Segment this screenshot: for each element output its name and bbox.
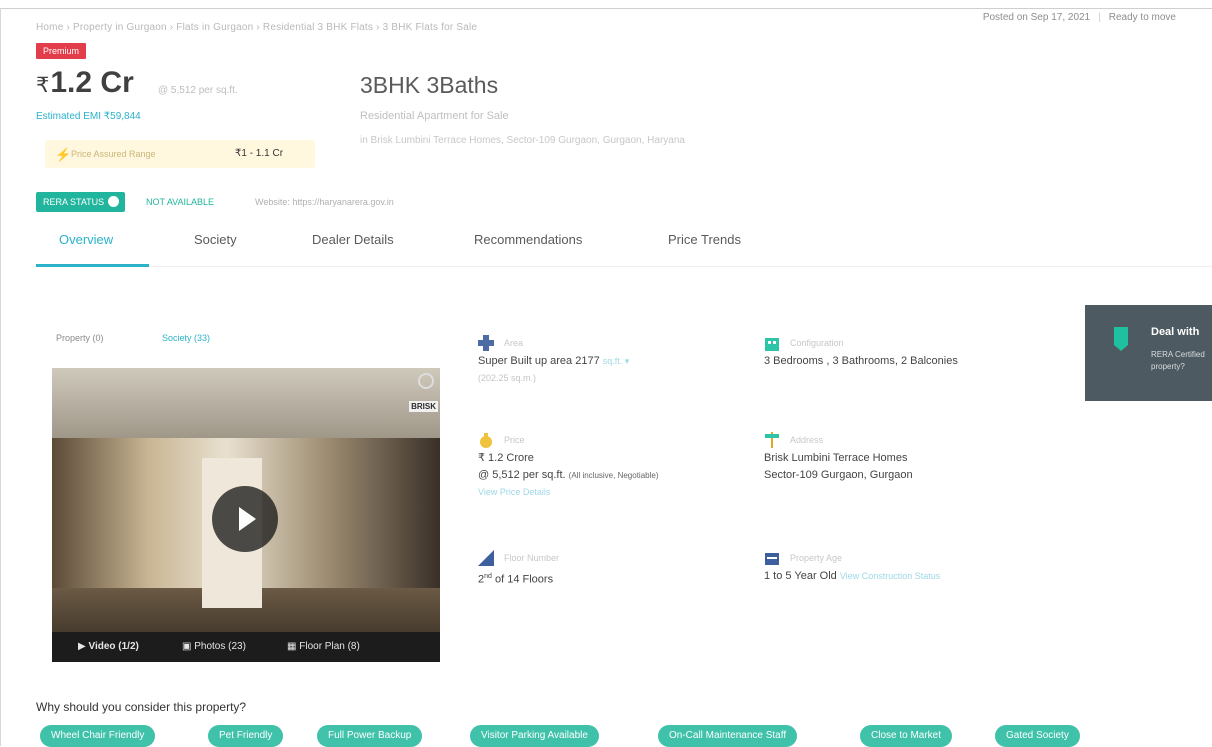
possession-status: Ready to move <box>1108 12 1176 23</box>
tab-recommendations[interactable]: Recommendations <box>474 232 582 247</box>
price-crore: ₹ 1.2 Crore <box>478 452 534 464</box>
media-tab-property[interactable]: Property (0) <box>56 333 104 343</box>
tab-price-trends[interactable]: Price Trends <box>668 232 741 247</box>
property-address: in Brisk Lumbini Terrace Homes, Sector-1… <box>360 135 685 146</box>
deal-card-text: RERA Certified property? <box>1151 350 1205 371</box>
media-gallery[interactable]: BRISK ▶ Video (1/2) ▣ Photos (23) ▦ Floo… <box>52 368 440 662</box>
rera-deal-card[interactable]: Deal with RERA Certified property? <box>1085 305 1212 401</box>
toggle-knob-icon <box>108 196 120 207</box>
why-consider-heading: Why should you consider this property? <box>36 700 247 714</box>
view-construction-status-link[interactable]: View Construction Status <box>840 571 940 581</box>
price-headline: ₹1.2 Cr <box>36 66 134 100</box>
bookmark-icon <box>1114 327 1128 351</box>
area-icon <box>478 335 494 351</box>
media-tab-society[interactable]: Society (33) <box>162 333 210 343</box>
chip-gated-society[interactable]: Gated Society <box>995 725 1080 747</box>
tab-dealer-details[interactable]: Dealer Details <box>312 232 394 247</box>
photos-button[interactable]: ▣ Photos (23) <box>182 641 246 652</box>
property-title: 3BHK 3Baths <box>360 72 499 98</box>
price-note: (All inclusive, Negotiable) <box>568 471 659 480</box>
tabs-divider <box>36 266 1212 267</box>
property-subtitle: Residential Apartment for Sale <box>360 110 509 122</box>
address-line-1: Brisk Lumbini Terrace Homes <box>764 452 908 464</box>
tab-society[interactable]: Society <box>194 232 237 247</box>
chip-visitor-parking[interactable]: Visitor Parking Available <box>470 725 599 747</box>
spec-area: Area Super Built up area 2177 sq.ft. ▾ (… <box>478 335 629 387</box>
chip-full-power-backup[interactable]: Full Power Backup <box>317 725 423 747</box>
price-amount: 1.2 Cr <box>50 66 134 99</box>
chip-close-to-market[interactable]: Close to Market <box>860 725 953 747</box>
lightning-icon: ⚡ <box>55 147 72 162</box>
rera-status-toggle[interactable]: RERA STATUS <box>36 192 126 212</box>
deal-card-title: Deal with <box>1151 326 1200 338</box>
calendar-icon <box>765 553 779 565</box>
tab-overview[interactable]: Overview <box>59 232 113 247</box>
rera-website[interactable]: Website: https://haryanarera.gov.in <box>255 197 394 207</box>
chip-on-call-maintenance[interactable]: On-Call Maintenance Staff <box>658 725 798 747</box>
chip-pet-friendly[interactable]: Pet Friendly <box>208 725 284 747</box>
builder-watermark: BRISK <box>409 401 438 412</box>
gallery-media-bar: ▶ Video (1/2) ▣ Photos (23) ▦ Floor Plan… <box>52 632 440 662</box>
price-assured-label: Price Assured Range <box>71 149 156 159</box>
zoom-icon[interactable] <box>418 373 434 389</box>
price-assured-value: ₹1 - 1.1 Cr <box>235 148 284 159</box>
posted-info: Posted on Sep 17, 2021 | Ready to move <box>982 12 1176 23</box>
rera-badge-label: RERA STATUS <box>43 197 105 207</box>
spec-configuration: Configuration 3 Bedrooms , 3 Bathrooms, … <box>764 335 958 370</box>
spec-price: Price ₹ 1.2 Crore @ 5,512 per sq.ft. (Al… <box>478 432 659 501</box>
breadcrumb[interactable]: Home › Property in Gurgaon › Flats in Gu… <box>36 22 477 33</box>
section-tabs: Overview Society Dealer Details Recommen… <box>36 232 1212 268</box>
spec-address: Address Brisk Lumbini Terrace Homes Sect… <box>764 432 913 484</box>
signpost-icon <box>765 432 779 448</box>
area-sqm: (202.25 sq.m.) <box>478 373 537 383</box>
chip-wheel-chair-friendly[interactable]: Wheel Chair Friendly <box>40 725 156 747</box>
price-per-sqft-spec: @ 5,512 per sq.ft. <box>478 469 566 481</box>
media-tabs: Property (0) Society (33) <box>56 333 210 343</box>
money-bag-icon <box>480 433 492 448</box>
spec-property-age: Property Age 1 to 5 Year Old View Constr… <box>764 550 940 585</box>
stairs-icon <box>478 550 494 566</box>
posted-date: Posted on Sep 17, 2021 <box>982 12 1091 23</box>
play-icon[interactable] <box>212 486 278 552</box>
floor-plan-button[interactable]: ▦ Floor Plan (8) <box>287 641 360 652</box>
configuration-value: 3 Bedrooms , 3 Bathrooms, 2 Balconies <box>764 355 958 367</box>
video-button[interactable]: ▶ Video (1/2) <box>78 641 139 652</box>
gallery-photo-ceiling <box>52 368 440 438</box>
emi-link[interactable]: Estimated EMI ₹59,844 <box>36 111 141 122</box>
floor-total: of 14 Floors <box>494 573 554 586</box>
area-unit-dropdown[interactable]: sq.ft. ▾ <box>603 356 630 366</box>
active-tab-indicator <box>36 264 149 267</box>
spec-floor: Floor Number 2nd of 14 Floors <box>478 550 559 589</box>
price-assured-box: ⚡ Price Assured Range ₹1 - 1.1 Cr <box>45 140 315 168</box>
super-built-up-area: Super Built up area 2177 <box>478 355 600 367</box>
view-price-details-link[interactable]: View Price Details <box>478 484 659 501</box>
property-age-value: 1 to 5 Year Old <box>764 570 837 582</box>
premium-badge: Premium <box>36 43 87 59</box>
price-per-sqft: @ 5,512 per sq.ft. <box>158 85 238 96</box>
building-icon <box>765 338 779 351</box>
rera-status-value: NOT AVAILABLE <box>146 197 215 207</box>
address-line-2: Sector-109 Gurgaon, Gurgaon <box>764 469 913 481</box>
currency-symbol: ₹ <box>36 74 50 97</box>
